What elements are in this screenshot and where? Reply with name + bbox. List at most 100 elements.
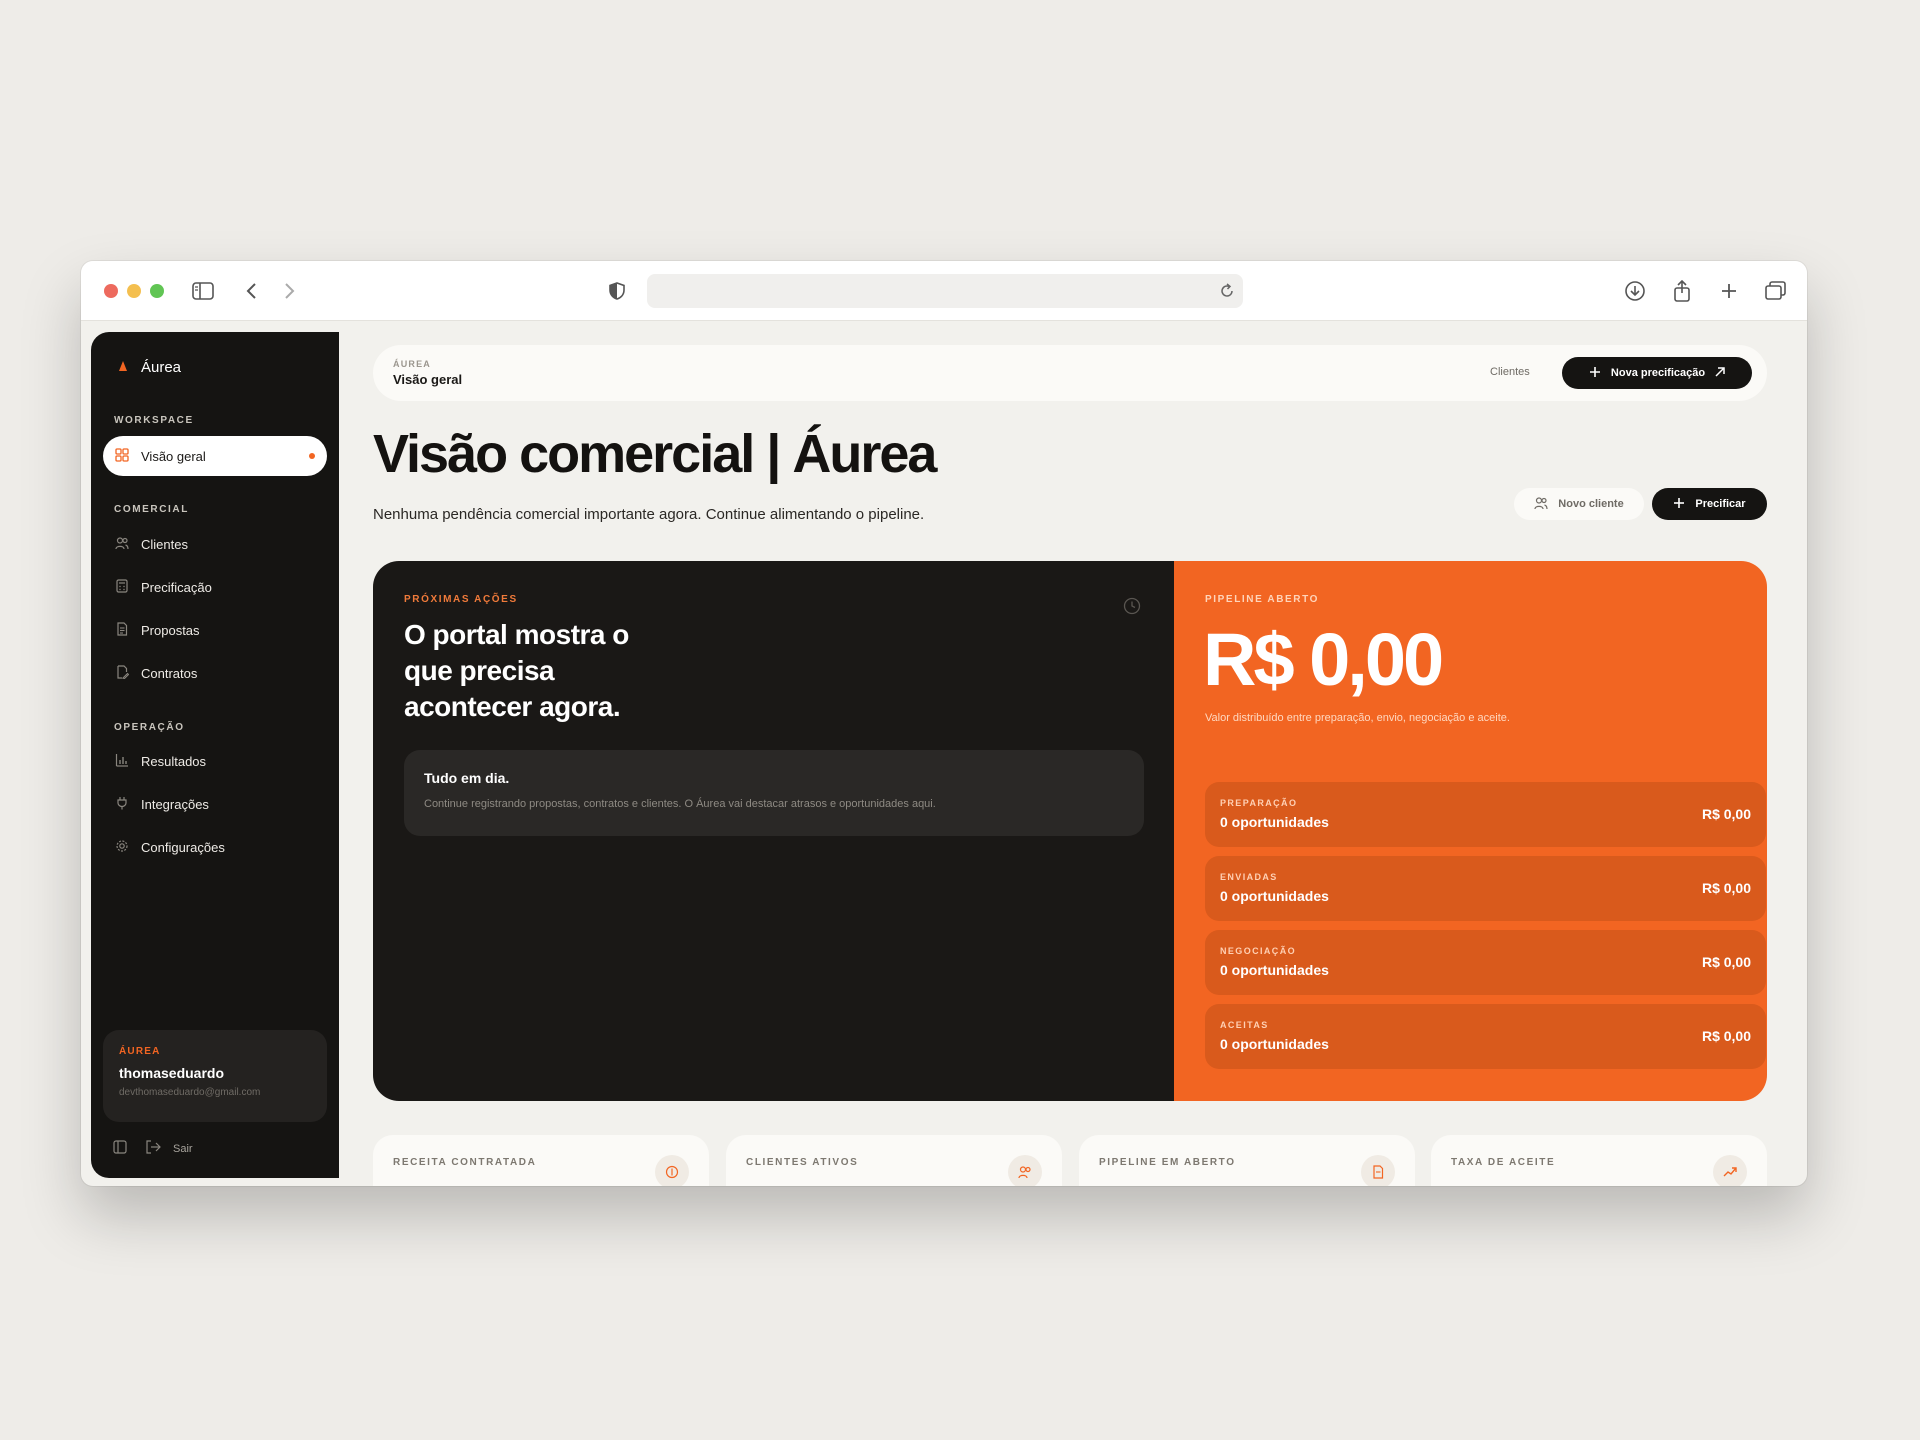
status-card-text: Continue registrando propostas, contrato… <box>424 798 936 810</box>
pipeline-stage-negociacao[interactable]: NEGOCIAÇÃO 0 oportunidades R$ 0,00 <box>1205 930 1766 995</box>
download-icon[interactable] <box>1621 277 1649 305</box>
section-label-comercial: COMERCIAL <box>114 504 189 515</box>
logout-button[interactable]: Sair <box>145 1140 193 1157</box>
stat-card-receita[interactable]: RECEITA CONTRATADA <box>373 1135 709 1186</box>
next-actions-panel: PRÓXIMAS AÇÕES O portal mostra o que pre… <box>373 561 1174 1101</box>
clients-link[interactable]: Clientes <box>1490 366 1530 378</box>
stage-value: R$ 0,00 <box>1701 880 1751 896</box>
sidebar-footer: Sair <box>113 1140 193 1157</box>
logout-icon <box>145 1140 161 1157</box>
stage-label: NEGOCIAÇÃO <box>1220 946 1297 956</box>
sidebar-item-label: Resultados <box>141 753 207 769</box>
users-icon <box>115 536 129 553</box>
new-pricing-button[interactable]: Nova precificação <box>1562 357 1752 389</box>
calculator-icon <box>115 578 129 596</box>
sidebar-item-visao-geral[interactable]: Visão geral <box>103 436 327 476</box>
pipeline-stage-preparacao[interactable]: PREPARAÇÃO 0 oportunidades R$ 0,00 <box>1205 782 1766 847</box>
stat-label: CLIENTES ATIVOS <box>746 1157 859 1168</box>
section-label-operacao: OPERAÇÃO <box>114 722 185 733</box>
sidebar-item-configuracoes[interactable]: Configurações <box>103 827 327 867</box>
gear-icon <box>115 839 129 856</box>
sidebar-item-integracoes[interactable]: Integrações <box>103 784 327 824</box>
address-bar[interactable] <box>647 274 1243 308</box>
user-card-brand: ÁUREA <box>119 1046 161 1057</box>
clock-icon <box>1123 597 1141 620</box>
pipeline-stage-enviadas[interactable]: ENVIADAS 0 oportunidades R$ 0,00 <box>1205 856 1766 921</box>
stage-value: R$ 0,00 <box>1701 954 1751 970</box>
page-title: Visão comercial | Áurea <box>373 424 937 484</box>
sidebar-item-propostas[interactable]: Propostas <box>103 610 327 650</box>
new-pricing-label: Nova precificação <box>1610 367 1706 379</box>
user-card[interactable]: ÁUREA thomaseduardo devthomaseduardo@gma… <box>103 1030 327 1122</box>
close-window-button[interactable] <box>104 284 118 298</box>
top-bar: ÁUREA Visão geral Clientes Nova precific… <box>373 345 1767 401</box>
stat-card-aceite[interactable]: TAXA DE ACEITE <box>1431 1135 1767 1186</box>
forward-icon[interactable] <box>275 277 303 305</box>
next-actions-heading: O portal mostra o que precisa acontecer … <box>404 619 629 722</box>
user-email: devthomaseduardo@gmail.com <box>119 1087 261 1098</box>
stage-value: R$ 0,00 <box>1701 1028 1751 1044</box>
shield-icon[interactable] <box>603 277 631 305</box>
sidebar-item-label: Contratos <box>141 665 198 681</box>
sidebar-item-precificacao[interactable]: Precificação <box>103 567 327 607</box>
new-tab-icon[interactable] <box>1715 277 1743 305</box>
sidebar-item-label: Propostas <box>141 622 200 638</box>
stage-count: 0 oportunidades <box>1220 962 1329 978</box>
brand-logo-icon <box>119 358 127 376</box>
price-button-label: Precificar <box>1695 498 1746 510</box>
document-icon <box>115 621 129 639</box>
pipeline-eyebrow: PIPELINE ABERTO <box>1205 594 1320 605</box>
browser-toolbar <box>81 261 1807 321</box>
collapse-sidebar-icon[interactable] <box>113 1140 127 1157</box>
sidebar-item-label: Configurações <box>141 839 225 855</box>
grid-icon <box>115 447 129 465</box>
reload-icon[interactable] <box>1219 282 1235 305</box>
tabs-overview-icon[interactable] <box>1762 277 1790 305</box>
users-icon <box>1008 1155 1042 1186</box>
browser-window: Áurea WORKSPACE Visão geral COMERCIAL Cl… <box>81 261 1807 1186</box>
plug-icon <box>115 796 129 813</box>
breadcrumb-current: Visão geral <box>393 372 463 387</box>
plus-icon <box>1673 497 1685 512</box>
sidebar-item-label: Clientes <box>141 536 188 552</box>
stage-count: 0 oportunidades <box>1220 888 1329 904</box>
pipeline-panel: PIPELINE ABERTO R$ 0,00 Valor distribuíd… <box>1174 561 1767 1101</box>
sidebar-item-label: Visão geral <box>141 448 206 464</box>
stage-label: ACEITAS <box>1220 1020 1269 1030</box>
stage-count: 0 oportunidades <box>1220 814 1329 830</box>
page-subtitle: Nenhuma pendência comercial importante a… <box>373 506 925 523</box>
price-button[interactable]: Precificar <box>1652 488 1767 520</box>
stat-label: RECEITA CONTRATADA <box>393 1157 537 1168</box>
sidebar-item-clientes[interactable]: Clientes <box>103 524 327 564</box>
breadcrumb-root: ÁUREA <box>393 359 432 369</box>
arrow-up-right-icon <box>1715 366 1725 380</box>
pipeline-description: Valor distribuído entre preparação, envi… <box>1205 712 1510 724</box>
dollar-icon <box>655 1155 689 1186</box>
contract-icon <box>115 664 130 682</box>
stage-label: PREPARAÇÃO <box>1220 798 1298 808</box>
pipeline-amount: R$ 0,00 <box>1203 618 1444 701</box>
stat-label: TAXA DE ACEITE <box>1451 1157 1556 1168</box>
file-icon <box>1361 1155 1395 1186</box>
user-name: thomaseduardo <box>119 1065 225 1081</box>
back-icon[interactable] <box>238 277 266 305</box>
new-client-label: Novo cliente <box>1558 498 1624 510</box>
minimize-window-button[interactable] <box>127 284 141 298</box>
sidebar-item-resultados[interactable]: Resultados <box>103 741 327 781</box>
brand[interactable]: Áurea <box>119 358 181 376</box>
stat-card-clientes[interactable]: CLIENTES ATIVOS <box>726 1135 1062 1186</box>
plus-icon <box>1589 366 1601 381</box>
bar-chart-icon <box>115 753 129 770</box>
stage-count: 0 oportunidades <box>1220 1036 1329 1052</box>
main-content: ÁUREA Visão geral Clientes Nova precific… <box>339 321 1807 1186</box>
sidebar-item-contratos[interactable]: Contratos <box>103 653 327 693</box>
status-card: Tudo em dia. Continue registrando propos… <box>404 750 1144 836</box>
sidebar-toggle-icon[interactable] <box>189 277 217 305</box>
sidebar-item-label: Integrações <box>141 796 209 812</box>
pipeline-stage-aceitas[interactable]: ACEITAS 0 oportunidades R$ 0,00 <box>1205 1004 1766 1069</box>
maximize-window-button[interactable] <box>150 284 164 298</box>
stat-card-pipeline[interactable]: PIPELINE EM ABERTO <box>1079 1135 1415 1186</box>
share-icon[interactable] <box>1668 277 1696 305</box>
brand-name: Áurea <box>141 358 182 376</box>
new-client-button[interactable]: Novo cliente <box>1514 488 1644 520</box>
